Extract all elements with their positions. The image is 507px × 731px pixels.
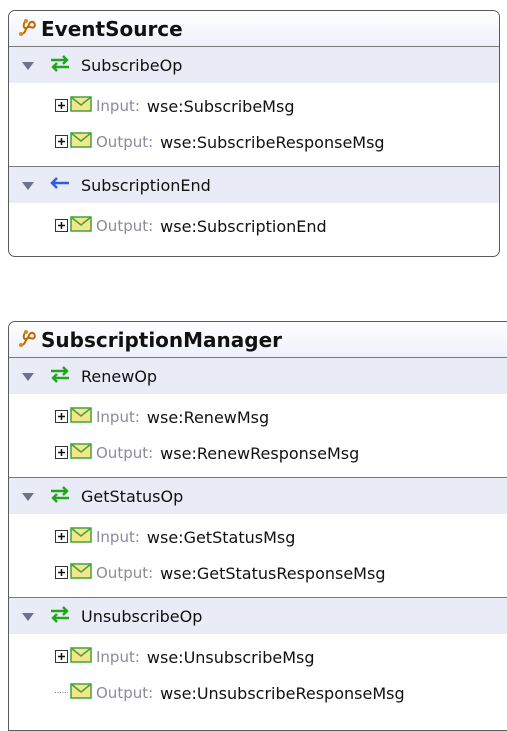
envelope-icon <box>70 527 92 547</box>
message-type[interactable]: wse:GetStatusMsg <box>147 528 295 547</box>
porttype-header[interactable]: SubscriptionManager <box>9 322 507 358</box>
message-row-output[interactable]: Output: wse:GetStatusResponseMsg <box>9 555 507 591</box>
message-row-input[interactable]: Input: wse:RenewMsg <box>9 399 507 435</box>
message-row-input[interactable]: Input: wse:UnsubscribeMsg <box>9 639 507 675</box>
message-label: Output: <box>96 217 154 235</box>
plus-box-icon[interactable] <box>55 648 68 667</box>
porttype-title: SubscriptionManager <box>41 327 283 352</box>
operation-getstatusop[interactable]: GetStatusOp Input: wse:GetStatusMsg Outp… <box>9 478 507 598</box>
porttype-header[interactable]: EventSource <box>9 11 499 47</box>
two-way-arrows-icon <box>49 605 71 627</box>
envelope-icon <box>70 443 92 463</box>
message-label: Output: <box>96 444 154 462</box>
triangle-down-icon[interactable] <box>21 607 35 626</box>
left-arrow-icon <box>49 174 71 196</box>
triangle-down-icon[interactable] <box>21 487 35 506</box>
message-row-input[interactable]: Input: wse:SubscribeMsg <box>9 88 499 124</box>
porttype-eventsource[interactable]: EventSource SubscribeOp Input: wse:Subsc… <box>8 10 500 257</box>
message-type[interactable]: wse:SubscribeMsg <box>147 97 295 116</box>
operation-name: SubscriptionEnd <box>81 175 211 195</box>
message-row-output[interactable]: Output: wse:UnsubscribeResponseMsg <box>9 675 507 711</box>
message-type[interactable]: wse:RenewMsg <box>147 408 269 427</box>
operation-name: RenewOp <box>81 366 158 386</box>
message-row-output[interactable]: Output: wse:SubscriptionEnd <box>9 208 499 244</box>
message-label: Output: <box>96 684 154 702</box>
message-type[interactable]: wse:RenewResponseMsg <box>160 444 359 463</box>
operation-header[interactable]: UnsubscribeOp <box>9 598 507 634</box>
plus-box-icon[interactable] <box>55 97 68 116</box>
message-row-output[interactable]: Output: wse:RenewResponseMsg <box>9 435 507 471</box>
envelope-icon <box>70 647 92 667</box>
operation-header[interactable]: SubscriptionEnd <box>9 167 499 203</box>
envelope-icon <box>70 216 92 236</box>
two-way-arrows-icon <box>49 485 71 507</box>
message-label: Input: <box>96 528 140 546</box>
operation-header[interactable]: RenewOp <box>9 358 507 394</box>
plus-box-icon[interactable] <box>55 408 68 427</box>
operation-name: SubscribeOp <box>81 55 183 75</box>
operation-subscriptionend[interactable]: SubscriptionEnd Output: wse:Subscription… <box>9 167 499 250</box>
message-label: Input: <box>96 97 140 115</box>
message-label: Input: <box>96 408 140 426</box>
envelope-icon <box>70 683 92 703</box>
triangle-down-icon[interactable] <box>21 176 35 195</box>
message-row-input[interactable]: Input: wse:GetStatusMsg <box>9 519 507 555</box>
triangle-down-icon[interactable] <box>21 56 35 75</box>
message-type[interactable]: wse:SubscriptionEnd <box>160 217 326 236</box>
operation-renewop[interactable]: RenewOp Input: wse:RenewMsg Output: wse:… <box>9 358 507 478</box>
two-way-arrows-icon <box>49 54 71 76</box>
message-label: Output: <box>96 133 154 151</box>
two-way-arrows-icon <box>49 365 71 387</box>
message-type[interactable]: wse:SubscribeResponseMsg <box>160 133 384 152</box>
operation-unsubscribeop[interactable]: UnsubscribeOp Input: wse:UnsubscribeMsg <box>9 598 507 717</box>
envelope-icon <box>70 96 92 116</box>
porttype-icon <box>17 17 37 41</box>
message-row-output[interactable]: Output: wse:SubscribeResponseMsg <box>9 124 499 160</box>
message-type[interactable]: wse:UnsubscribeResponseMsg <box>160 684 404 703</box>
plus-box-icon[interactable] <box>55 564 68 583</box>
porttype-title: EventSource <box>41 16 183 41</box>
operation-header[interactable]: GetStatusOp <box>9 478 507 514</box>
message-type[interactable]: wse:UnsubscribeMsg <box>147 648 315 667</box>
plus-box-icon[interactable] <box>55 217 68 236</box>
operation-name: UnsubscribeOp <box>81 606 203 626</box>
message-type[interactable]: wse:GetStatusResponseMsg <box>160 564 385 583</box>
plus-box-icon[interactable] <box>55 528 68 547</box>
envelope-icon <box>70 407 92 427</box>
operation-name: GetStatusOp <box>81 486 184 506</box>
porttype-subscriptionmanager[interactable]: SubscriptionManager RenewOp Input: wse:R… <box>8 321 507 731</box>
triangle-down-icon[interactable] <box>21 367 35 386</box>
dotted-connector-icon <box>55 684 68 703</box>
plus-box-icon[interactable] <box>55 133 68 152</box>
plus-box-icon[interactable] <box>55 444 68 463</box>
message-label: Output: <box>96 564 154 582</box>
operation-header[interactable]: SubscribeOp <box>9 47 499 83</box>
operation-subscribeop[interactable]: SubscribeOp Input: wse:SubscribeMsg Outp… <box>9 47 499 167</box>
message-label: Input: <box>96 648 140 666</box>
porttype-icon <box>17 328 37 352</box>
envelope-icon <box>70 563 92 583</box>
envelope-icon <box>70 132 92 152</box>
